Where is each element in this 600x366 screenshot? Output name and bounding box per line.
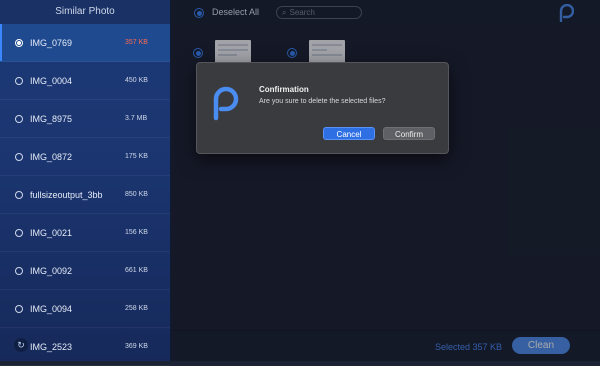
item-size: 258 KB: [125, 305, 148, 312]
list-item[interactable]: IMG_0021 156 KB: [0, 214, 170, 252]
item-radio[interactable]: [15, 114, 23, 123]
item-size: 357 KB: [125, 39, 148, 46]
selection-indicator: [0, 24, 2, 61]
item-size: 661 KB: [125, 267, 148, 274]
item-name: IMG_0769: [30, 37, 73, 48]
confirmation-dialog: Confirmation Are you sure to delete the …: [196, 62, 449, 154]
list-item[interactable]: IMG_0004 450 KB: [0, 62, 170, 100]
item-name: IMG_2523: [30, 341, 73, 352]
item-name: IMG_0004: [30, 75, 73, 86]
item-radio[interactable]: [15, 38, 23, 47]
item-size: 175 KB: [125, 153, 148, 160]
item-size: 156 KB: [125, 229, 148, 236]
item-radio[interactable]: [15, 266, 23, 275]
dialog-title: Confirmation: [259, 85, 309, 94]
app-logo-icon: [213, 86, 239, 121]
list-item[interactable]: fullsizeoutput_3bb 850 KB: [0, 176, 170, 214]
list-item[interactable]: IMG_0094 258 KB: [0, 290, 170, 328]
item-name: IMG_0872: [30, 151, 73, 162]
modal-backdrop: [171, 0, 600, 361]
sidebar-title: Similar Photo: [0, 0, 170, 25]
item-name: IMG_0021: [30, 227, 73, 238]
item-size: 369 KB: [125, 343, 148, 350]
list-item[interactable]: IMG_0872 175 KB: [0, 138, 170, 176]
confirm-button[interactable]: Confirm: [383, 127, 435, 140]
rescan-icon[interactable]: ↻: [14, 338, 28, 352]
item-radio[interactable]: [15, 190, 23, 199]
item-name: IMG_0092: [30, 265, 73, 276]
item-size: 3.7 MB: [125, 115, 148, 122]
list-item[interactable]: IMG_0769 357 KB: [0, 24, 170, 62]
item-radio[interactable]: [15, 152, 23, 161]
item-size: 450 KB: [125, 77, 148, 84]
item-radio[interactable]: [15, 304, 23, 313]
dialog-message: Are you sure to delete the selected file…: [259, 98, 386, 105]
item-size: 850 KB: [125, 191, 148, 198]
list-item[interactable]: IMG_0092 661 KB: [0, 252, 170, 290]
item-radio[interactable]: [15, 76, 23, 85]
list-item[interactable]: IMG_8975 3.7 MB: [0, 100, 170, 138]
photo-list: IMG_0769 357 KB IMG_0004 450 KB IMG_8975…: [0, 24, 170, 366]
item-radio[interactable]: [15, 228, 23, 237]
item-name: IMG_8975: [30, 113, 73, 124]
item-name: IMG_0094: [30, 303, 73, 314]
sidebar: Similar Photo IMG_0769 357 KB IMG_0004 4…: [0, 0, 171, 366]
item-name: fullsizeoutput_3bb: [30, 189, 103, 200]
cancel-button[interactable]: Cancel: [323, 127, 375, 140]
